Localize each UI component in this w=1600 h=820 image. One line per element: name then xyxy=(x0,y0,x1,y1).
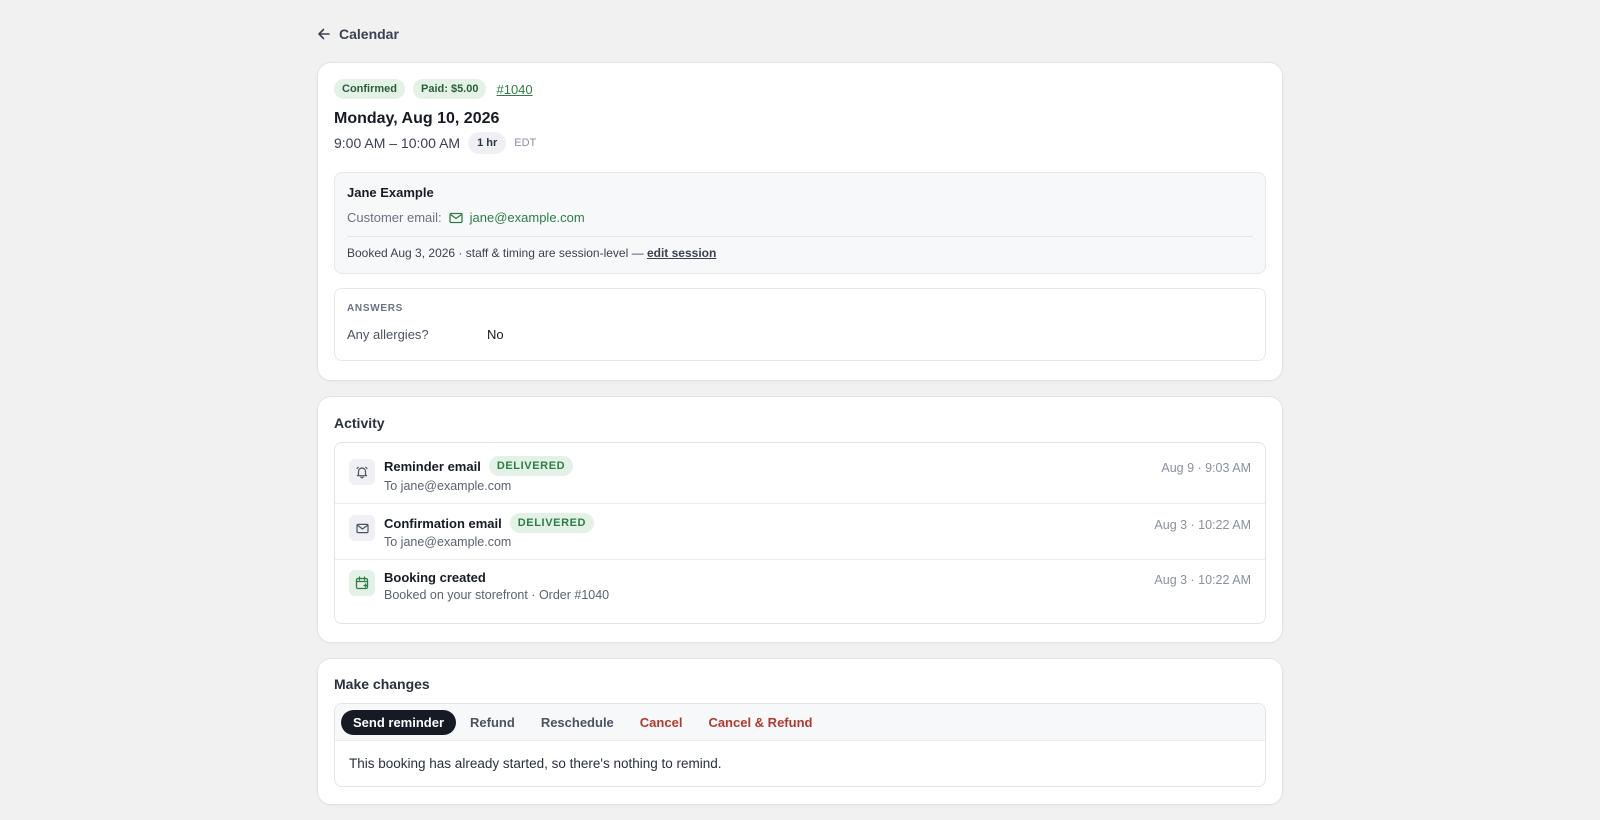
tab-cancel-and-refund[interactable]: Cancel & Refund xyxy=(696,710,824,735)
divider xyxy=(347,236,1253,237)
customer-email-link[interactable]: jane@example.com xyxy=(470,210,585,225)
booking-date: Monday, Aug 10, 2026 xyxy=(334,110,500,127)
activity-item: Reminder email DELIVERED To jane@example… xyxy=(335,443,1265,504)
customer-panel: Jane Example Customer email: jane@exampl… xyxy=(334,172,1266,274)
booked-text: Booked Aug 3, 2026 · staff & timing are … xyxy=(347,246,644,260)
timezone-label: EDT xyxy=(514,137,537,149)
activity-item-time: Aug 3 · 10:22 AM xyxy=(1154,518,1251,532)
activity-item-time: Aug 3 · 10:22 AM xyxy=(1154,573,1251,587)
activity-card: Activity Reminder email DELIVERED To jan… xyxy=(317,396,1283,643)
back-label: Calendar xyxy=(339,26,399,42)
activity-title-row: Reminder email DELIVERED xyxy=(384,456,574,476)
activity-item: Confirmation email DELIVERED To jane@exa… xyxy=(335,504,1265,560)
answers-title: ANSWERS xyxy=(347,303,404,314)
activity-title-row: Booking created xyxy=(384,570,486,585)
customer-email-label: Customer email: xyxy=(347,210,442,225)
mail-icon xyxy=(349,515,375,541)
paid-badge: Paid: $5.00 xyxy=(413,79,487,99)
activity-title-row: Confirmation email DELIVERED xyxy=(384,513,595,533)
booking-badges: Confirmed Paid: $5.00 #1040 xyxy=(334,79,533,99)
activity-title: Activity xyxy=(334,415,385,431)
status-badge: DELIVERED xyxy=(509,513,595,533)
changes-message: This booking has already started, so the… xyxy=(349,756,722,771)
tab-send-reminder[interactable]: Send reminder xyxy=(341,709,457,735)
activity-item-title: Confirmation email xyxy=(384,515,502,531)
duration-badge: 1 hr xyxy=(468,132,507,154)
booking-card: Confirmed Paid: $5.00 #1040 Monday, Aug … xyxy=(317,62,1283,381)
mail-icon xyxy=(448,212,463,223)
activity-item-time: Aug 9 · 9:03 AM xyxy=(1161,461,1251,475)
answer-question: Any allergies? xyxy=(347,327,429,342)
activity-item-subtitle: To jane@example.com xyxy=(384,535,512,549)
status-badge: DELIVERED xyxy=(488,456,574,476)
status-badge: Confirmed xyxy=(334,79,405,99)
activity-item: Booking created Booked on your storefron… xyxy=(335,560,1265,624)
order-link[interactable]: #1040 xyxy=(496,82,532,97)
booking-time-range: 9:00 AM – 10:00 AM xyxy=(334,135,461,151)
activity-item-title: Reminder email xyxy=(384,458,481,474)
tab-cancel[interactable]: Cancel xyxy=(628,710,695,735)
changes-tabs: Send reminder Refund Reschedule Cancel C… xyxy=(335,704,1265,741)
activity-list: Reminder email DELIVERED To jane@example… xyxy=(334,442,1266,624)
customer-name: Jane Example xyxy=(347,185,434,200)
changes-panel: Send reminder Refund Reschedule Cancel C… xyxy=(334,703,1266,787)
activity-item-subtitle: Booked on your storefront · Order #1040 xyxy=(384,588,610,602)
arrow-left-icon xyxy=(318,28,330,40)
calendar-add-icon xyxy=(349,570,375,596)
activity-item-subtitle: To jane@example.com xyxy=(384,479,512,493)
make-changes-title: Make changes xyxy=(334,676,430,692)
booking-time-row: 9:00 AM – 10:00 AM 1 hr EDT xyxy=(334,132,536,154)
edit-session-link[interactable]: edit session xyxy=(647,246,716,260)
answers-panel: ANSWERS Any allergies? No xyxy=(334,288,1266,361)
tab-reschedule[interactable]: Reschedule xyxy=(529,710,626,735)
activity-item-title: Booking created xyxy=(384,570,486,585)
make-changes-card: Make changes Send reminder Refund Resche… xyxy=(317,658,1283,805)
answer-value: No xyxy=(487,327,504,342)
back-to-calendar-link[interactable]: Calendar xyxy=(317,24,399,44)
tab-refund[interactable]: Refund xyxy=(458,710,527,735)
booked-info: Booked Aug 3, 2026 · staff & timing are … xyxy=(347,246,716,260)
bell-icon xyxy=(349,459,375,485)
customer-email-row: Customer email: jane@example.com xyxy=(347,210,585,225)
